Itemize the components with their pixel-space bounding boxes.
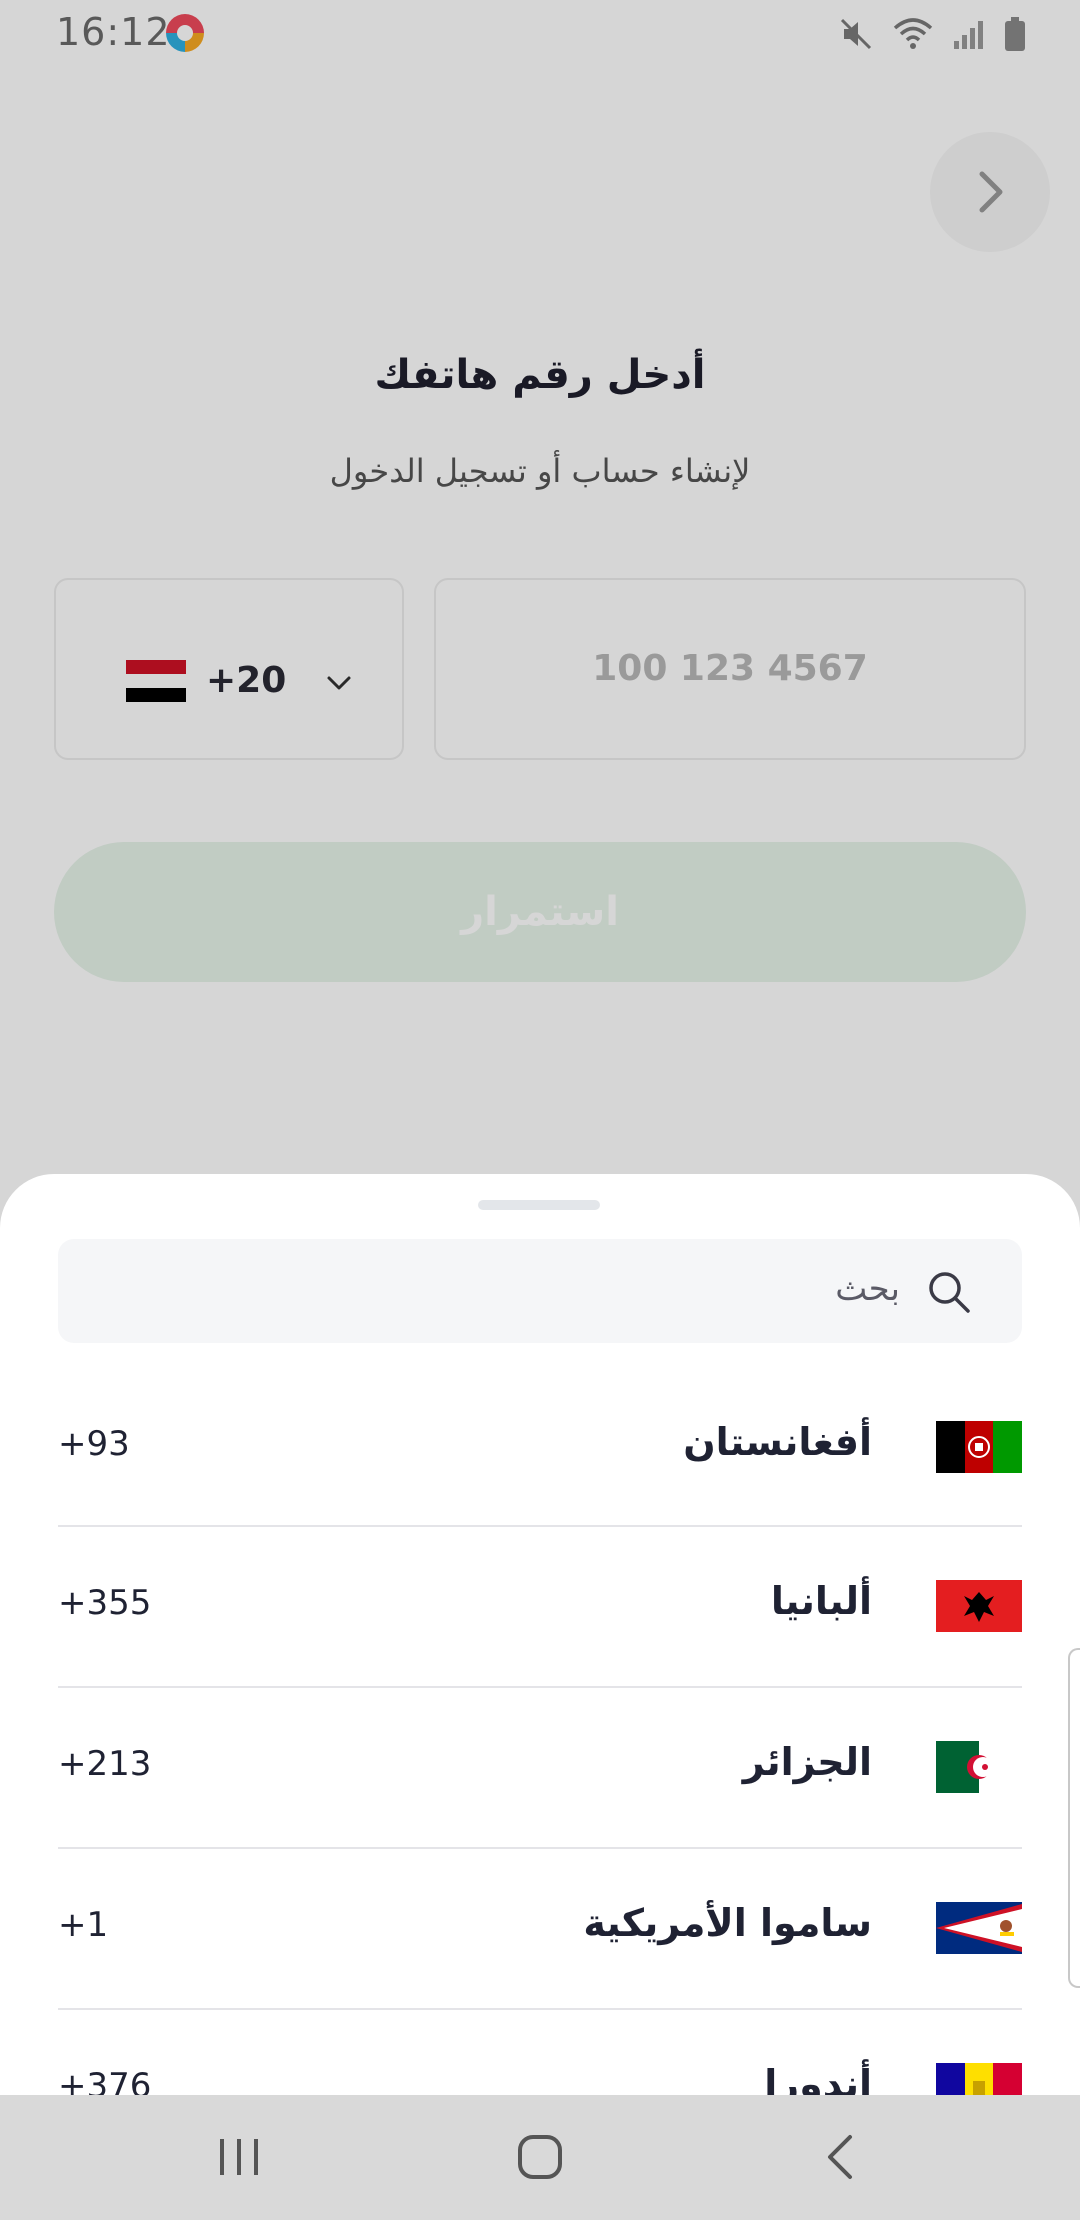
country-list: أفغانستان +93 ألبانيا +355 الجزائر +213 … [58, 1368, 1022, 2095]
country-picker-sheet: بحث أفغانستان +93 ألبانيا +355 الجزائر +… [0, 1174, 1080, 2095]
recent-apps-icon[interactable] [204, 2125, 274, 2189]
andorra-flag-icon [936, 2063, 1022, 2095]
country-row-andorra[interactable]: أندورا +376 [58, 2010, 1022, 2095]
country-row-algeria[interactable]: الجزائر +213 [58, 1688, 1022, 1849]
algeria-flag-icon [936, 1741, 1022, 1793]
screen: 16:12 أدخل رقم هاتفك لإنشاء حساب أو تسجي… [0, 0, 1080, 2220]
country-row-albania[interactable]: ألبانيا +355 [58, 1527, 1022, 1688]
country-name: أفغانستان [683, 1420, 872, 1464]
country-name: أندورا [764, 2062, 872, 2095]
albania-flag-icon [936, 1580, 1022, 1632]
country-dial-code: +376 [58, 2066, 152, 2095]
country-dial-code: +1 [58, 1905, 109, 1945]
system-nav-bar [0, 2095, 1080, 2220]
search-placeholder: بحث [835, 1269, 900, 1309]
drag-handle[interactable] [478, 1200, 600, 1210]
country-dial-code: +93 [58, 1424, 130, 1464]
country-name: الجزائر [742, 1740, 872, 1784]
country-dial-code: +213 [58, 1744, 152, 1784]
country-row-american-samoa[interactable]: ساموا الأمريكية +1 [58, 1849, 1022, 2010]
home-icon[interactable] [505, 2125, 575, 2189]
back-icon[interactable] [806, 2125, 876, 2189]
american-samoa-flag-icon [936, 1902, 1022, 1954]
country-dial-code: +355 [58, 1583, 152, 1623]
afghanistan-flag-icon [936, 1421, 1022, 1473]
country-row-afghanistan[interactable]: أفغانستان +93 [58, 1368, 1022, 1527]
country-name: ألبانيا [770, 1579, 872, 1623]
scrollbar[interactable] [1068, 1648, 1080, 1988]
country-name: ساموا الأمريكية [583, 1901, 872, 1945]
search-input[interactable]: بحث [58, 1239, 1022, 1343]
search-icon [929, 1272, 970, 1313]
